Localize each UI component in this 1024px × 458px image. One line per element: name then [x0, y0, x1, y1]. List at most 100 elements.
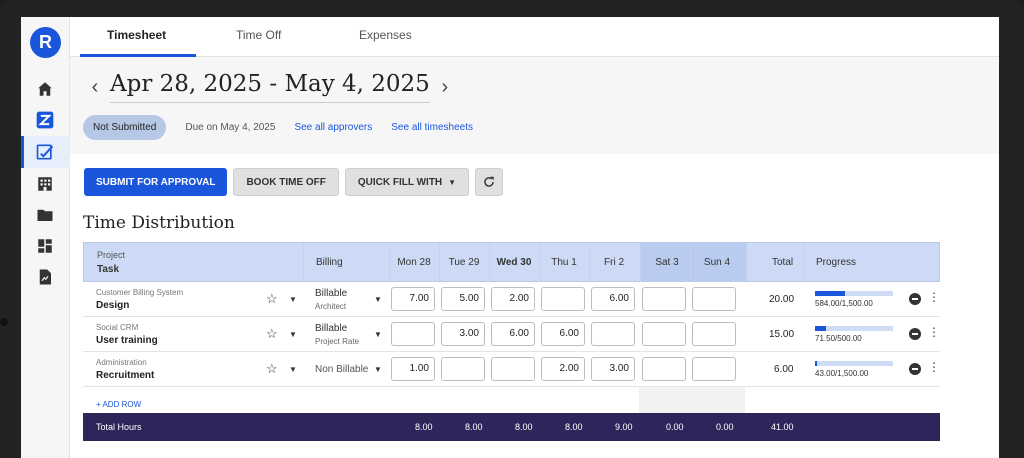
see-all-approvers-link[interactable]: See all approvers [294, 122, 372, 133]
hours-input[interactable]: 7.00 [391, 287, 435, 311]
hours-input[interactable]: 3.00 [591, 357, 635, 381]
row-total: 20.00 [769, 294, 795, 305]
hours-input[interactable]: 2.00 [541, 357, 585, 381]
remove-row-icon[interactable] [909, 328, 921, 340]
progress-fill [815, 326, 826, 331]
row-project: Social CRM [96, 323, 139, 332]
progress-fill [815, 291, 846, 296]
divider [303, 243, 304, 283]
caret-down-icon: ▼ [448, 177, 457, 187]
divider [439, 243, 440, 283]
chevron-right-icon[interactable]: › [434, 76, 456, 99]
z-app-icon[interactable] [33, 108, 57, 132]
date-range[interactable]: Apr 28, 2025 - May 4, 2025 [110, 71, 430, 103]
star-icon[interactable]: ☆ [266, 291, 278, 307]
hours-input[interactable]: 6.00 [591, 287, 635, 311]
hours-input[interactable]: 6.00 [541, 322, 585, 346]
grid-header: Project Task Billing Mon 28 Tue 29 Wed 3… [83, 242, 940, 283]
row-task: Recruitment [96, 370, 155, 381]
more-options-icon[interactable]: ⋮ [928, 326, 940, 338]
hours-input[interactable] [391, 322, 435, 346]
hours-input[interactable]: 5.00 [441, 287, 485, 311]
device-frame: R Timesheet Time Off Expenses ‹ Apr 28, … [0, 0, 1024, 458]
row-total: 6.00 [774, 364, 794, 375]
remove-row-icon[interactable] [909, 363, 921, 375]
progress-text: 43.00/1,500.00 [815, 369, 869, 378]
app-logo[interactable]: R [30, 27, 61, 58]
caret-down-icon[interactable]: ▼ [374, 330, 382, 339]
caret-down-icon[interactable]: ▼ [374, 295, 382, 304]
tab-time-off[interactable]: Time Off [236, 28, 281, 42]
quick-fill-button[interactable]: QUICK FILL WITH ▼ [344, 168, 470, 196]
status-row: Not Submitted Due on May 4, 2025 See all… [83, 115, 473, 140]
more-options-icon[interactable]: ⋮ [928, 291, 940, 303]
remove-row-icon[interactable] [909, 293, 921, 305]
header-billing: Billing [316, 257, 343, 268]
timesheet-grid: Project Task Billing Mon 28 Tue 29 Wed 3… [83, 242, 940, 441]
building-icon[interactable] [33, 172, 57, 196]
hours-input[interactable] [642, 287, 686, 311]
caret-down-icon[interactable]: ▼ [289, 330, 297, 339]
hours-input[interactable] [692, 287, 736, 311]
date-navigator: ‹ Apr 28, 2025 - May 4, 2025 › [84, 71, 456, 103]
dashboard-icon[interactable] [33, 234, 57, 258]
hours-input[interactable] [441, 357, 485, 381]
header-progress: Progress [816, 257, 857, 268]
hours-input[interactable] [692, 322, 736, 346]
table-row: Customer Billing System Design ☆ ▼ Billa… [83, 282, 940, 317]
header-day: Thu 1 [551, 257, 577, 268]
row-billing[interactable]: Billable [315, 288, 347, 299]
header-total: Total [772, 257, 794, 268]
add-row-button[interactable]: + ADD ROW [96, 400, 141, 409]
book-time-off-button[interactable]: BOOK TIME OFF [233, 168, 339, 196]
star-icon[interactable]: ☆ [266, 326, 278, 342]
caret-down-icon[interactable]: ▼ [289, 295, 297, 304]
folder-icon[interactable] [33, 203, 57, 227]
row-task: Design [96, 300, 130, 311]
row-billing[interactable]: Billable [315, 323, 347, 334]
refresh-button[interactable] [475, 168, 504, 196]
divider [589, 243, 590, 283]
chevron-left-icon[interactable]: ‹ [84, 76, 106, 99]
divider [690, 243, 691, 283]
timesheet-icon[interactable] [33, 140, 57, 164]
hours-input[interactable]: 1.00 [391, 357, 435, 381]
header-task: Task [97, 264, 120, 275]
quick-fill-label: QUICK FILL WITH [357, 176, 443, 188]
star-icon[interactable]: ☆ [266, 361, 278, 377]
hours-input[interactable] [491, 357, 535, 381]
footer-day-total: 8.00 [465, 422, 483, 432]
hours-input[interactable] [642, 322, 686, 346]
section-title: Time Distribution [83, 213, 235, 233]
row-billing-rate: Project Rate [315, 337, 360, 346]
hours-input[interactable] [541, 287, 585, 311]
caret-down-icon[interactable]: ▼ [289, 365, 297, 374]
progress-bar [815, 326, 893, 331]
row-billing-rate: Architect [315, 302, 347, 311]
hours-input[interactable] [692, 357, 736, 381]
sidebar: R [21, 17, 70, 458]
tab-expenses[interactable]: Expenses [359, 28, 412, 42]
divider [389, 243, 390, 283]
footer-day-total: 9.00 [615, 422, 633, 432]
footer-day-total: 0.00 [716, 422, 734, 432]
home-icon[interactable] [33, 77, 57, 101]
hours-input[interactable]: 3.00 [441, 322, 485, 346]
header-day-current: Wed 30 [496, 257, 532, 268]
footer-grand-total: 41.00 [771, 422, 794, 432]
divider [539, 243, 540, 283]
hours-input[interactable] [642, 357, 686, 381]
tab-timesheet[interactable]: Timesheet [107, 28, 166, 42]
hours-input[interactable]: 2.00 [491, 287, 535, 311]
submit-for-approval-button[interactable]: SUBMIT FOR APPROVAL [84, 168, 228, 196]
hours-input[interactable]: 6.00 [491, 322, 535, 346]
caret-down-icon[interactable]: ▼ [374, 365, 382, 374]
footer-label: Total Hours [96, 422, 142, 432]
row-billing[interactable]: Non Billable [315, 364, 368, 375]
more-options-icon[interactable]: ⋮ [928, 361, 940, 373]
see-all-timesheets-link[interactable]: See all timesheets [391, 122, 473, 133]
hours-input[interactable] [591, 322, 635, 346]
main-content: Timesheet Time Off Expenses ‹ Apr 28, 20… [70, 17, 999, 458]
app-screen: R Timesheet Time Off Expenses ‹ Apr 28, … [21, 17, 999, 458]
report-icon[interactable] [33, 265, 57, 289]
